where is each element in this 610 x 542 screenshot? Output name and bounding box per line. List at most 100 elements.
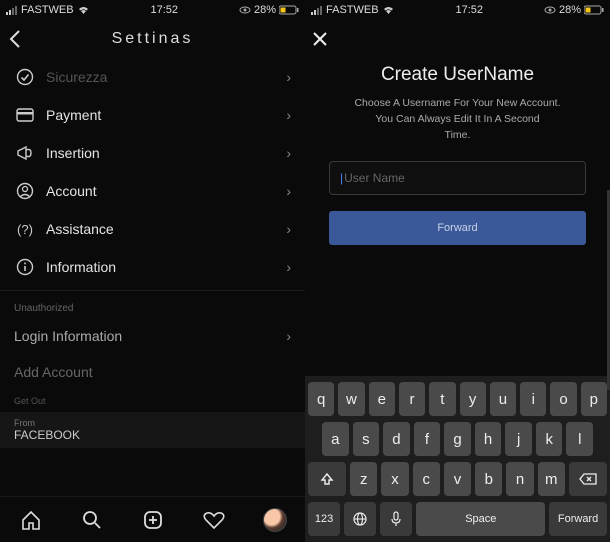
status-bar: FASTWEB 17:52 28% bbox=[305, 0, 610, 20]
tab-search[interactable] bbox=[72, 509, 112, 531]
create-body: Create UserName Choose A Username For Yo… bbox=[305, 58, 610, 376]
person-icon bbox=[14, 182, 36, 200]
key-backspace[interactable] bbox=[569, 462, 607, 496]
wifi-icon bbox=[77, 5, 90, 15]
wifi-icon bbox=[382, 5, 395, 15]
row-label: Information bbox=[46, 259, 286, 275]
row-login-info[interactable]: Login Information › bbox=[0, 318, 305, 354]
battery-pct: 28% bbox=[254, 4, 276, 16]
key-h[interactable]: h bbox=[475, 422, 502, 456]
chevron-right-icon: › bbox=[286, 259, 291, 275]
key-v[interactable]: v bbox=[444, 462, 471, 496]
tab-profile[interactable] bbox=[255, 508, 295, 532]
forward-button[interactable]: Forward bbox=[329, 211, 586, 245]
keyboard: q w e r t y u i o p a s d f g h j k l z … bbox=[305, 376, 610, 542]
key-d[interactable]: d bbox=[383, 422, 410, 456]
key-l[interactable]: l bbox=[566, 422, 593, 456]
key-globe[interactable] bbox=[344, 502, 376, 536]
key-s[interactable]: s bbox=[353, 422, 380, 456]
settings-screen: FASTWEB 17:52 28% Settinas Sicurezza › P… bbox=[0, 0, 305, 542]
section-unauthorized: Unauthorized bbox=[0, 295, 305, 318]
card-icon bbox=[14, 108, 36, 122]
back-button[interactable] bbox=[0, 30, 30, 48]
row-label: Add Account bbox=[14, 364, 93, 380]
key-i[interactable]: i bbox=[520, 382, 546, 416]
close-button[interactable] bbox=[305, 31, 335, 47]
from-label: From bbox=[14, 418, 291, 428]
clock: 17:52 bbox=[456, 4, 484, 16]
key-g[interactable]: g bbox=[444, 422, 471, 456]
row-label: Payment bbox=[46, 107, 286, 123]
shield-icon bbox=[14, 68, 36, 86]
key-q[interactable]: q bbox=[308, 382, 334, 416]
tab-bar bbox=[0, 496, 305, 542]
row-information[interactable]: Information › bbox=[0, 248, 305, 286]
row-label: Login Information bbox=[14, 328, 122, 344]
row-security[interactable]: Sicurezza › bbox=[0, 58, 305, 96]
settings-header: Settinas bbox=[0, 20, 305, 58]
carrier-label: FASTWEB bbox=[21, 4, 74, 16]
chevron-right-icon: › bbox=[286, 107, 291, 123]
key-mic[interactable] bbox=[380, 502, 412, 536]
row-add-account[interactable]: Add Account bbox=[0, 354, 305, 390]
settings-list: Sicurezza › Payment › Insertion › Accoun… bbox=[0, 58, 305, 496]
row-payment[interactable]: Payment › bbox=[0, 96, 305, 134]
tab-add[interactable] bbox=[133, 509, 173, 531]
avatar bbox=[263, 508, 287, 532]
key-j[interactable]: j bbox=[505, 422, 532, 456]
chevron-right-icon: › bbox=[286, 183, 291, 199]
key-row-2: a s d f g h j k l bbox=[308, 422, 607, 456]
key-m[interactable]: m bbox=[538, 462, 565, 496]
key-row-4: 123 Space Forward bbox=[308, 502, 607, 536]
placeholder: User Name bbox=[344, 171, 405, 185]
row-label: Sicurezza bbox=[46, 69, 286, 85]
key-u[interactable]: u bbox=[490, 382, 516, 416]
tab-activity[interactable] bbox=[194, 510, 234, 530]
battery-pct: 28% bbox=[559, 4, 581, 16]
tab-home[interactable] bbox=[11, 509, 51, 531]
key-enter[interactable]: Forward bbox=[549, 502, 607, 536]
row-assistance[interactable]: (?) Assistance › bbox=[0, 210, 305, 248]
eye-icon bbox=[239, 6, 251, 14]
key-x[interactable]: x bbox=[381, 462, 408, 496]
status-bar: FASTWEB 17:52 28% bbox=[0, 0, 305, 20]
key-p[interactable]: p bbox=[581, 382, 607, 416]
from-value: FACEBOOK bbox=[14, 428, 291, 442]
key-numbers[interactable]: 123 bbox=[308, 502, 340, 536]
key-c[interactable]: c bbox=[413, 462, 440, 496]
clock: 17:52 bbox=[151, 4, 179, 16]
key-k[interactable]: k bbox=[536, 422, 563, 456]
key-z[interactable]: z bbox=[350, 462, 377, 496]
key-shift[interactable] bbox=[308, 462, 346, 496]
chevron-right-icon: › bbox=[286, 145, 291, 161]
key-b[interactable]: b bbox=[475, 462, 502, 496]
key-n[interactable]: n bbox=[506, 462, 533, 496]
eye-icon bbox=[544, 6, 556, 14]
signal-icon bbox=[311, 6, 323, 15]
key-w[interactable]: w bbox=[338, 382, 364, 416]
row-get-out[interactable]: Get Out bbox=[0, 390, 305, 412]
key-o[interactable]: o bbox=[550, 382, 576, 416]
info-icon bbox=[14, 258, 36, 276]
key-row-3: z x c v b n m bbox=[308, 462, 607, 496]
username-input[interactable]: |User Name bbox=[329, 161, 586, 195]
row-label: Insertion bbox=[46, 145, 286, 161]
key-y[interactable]: y bbox=[460, 382, 486, 416]
key-r[interactable]: r bbox=[399, 382, 425, 416]
key-t[interactable]: t bbox=[429, 382, 455, 416]
key-f[interactable]: f bbox=[414, 422, 441, 456]
row-account[interactable]: Account › bbox=[0, 172, 305, 210]
row-from-facebook[interactable]: From FACEBOOK bbox=[0, 412, 305, 448]
create-header bbox=[305, 20, 610, 58]
megaphone-icon bbox=[14, 145, 36, 161]
key-a[interactable]: a bbox=[322, 422, 349, 456]
create-username-screen: FASTWEB 17:52 28% Create UserName Choose… bbox=[305, 0, 610, 542]
row-label: Account bbox=[46, 183, 286, 199]
key-space[interactable]: Space bbox=[416, 502, 545, 536]
chevron-right-icon: › bbox=[286, 221, 291, 237]
row-insertion[interactable]: Insertion › bbox=[0, 134, 305, 172]
battery-icon bbox=[584, 5, 604, 15]
key-e[interactable]: e bbox=[369, 382, 395, 416]
battery-icon bbox=[279, 5, 299, 15]
row-label: Assistance bbox=[46, 221, 286, 237]
